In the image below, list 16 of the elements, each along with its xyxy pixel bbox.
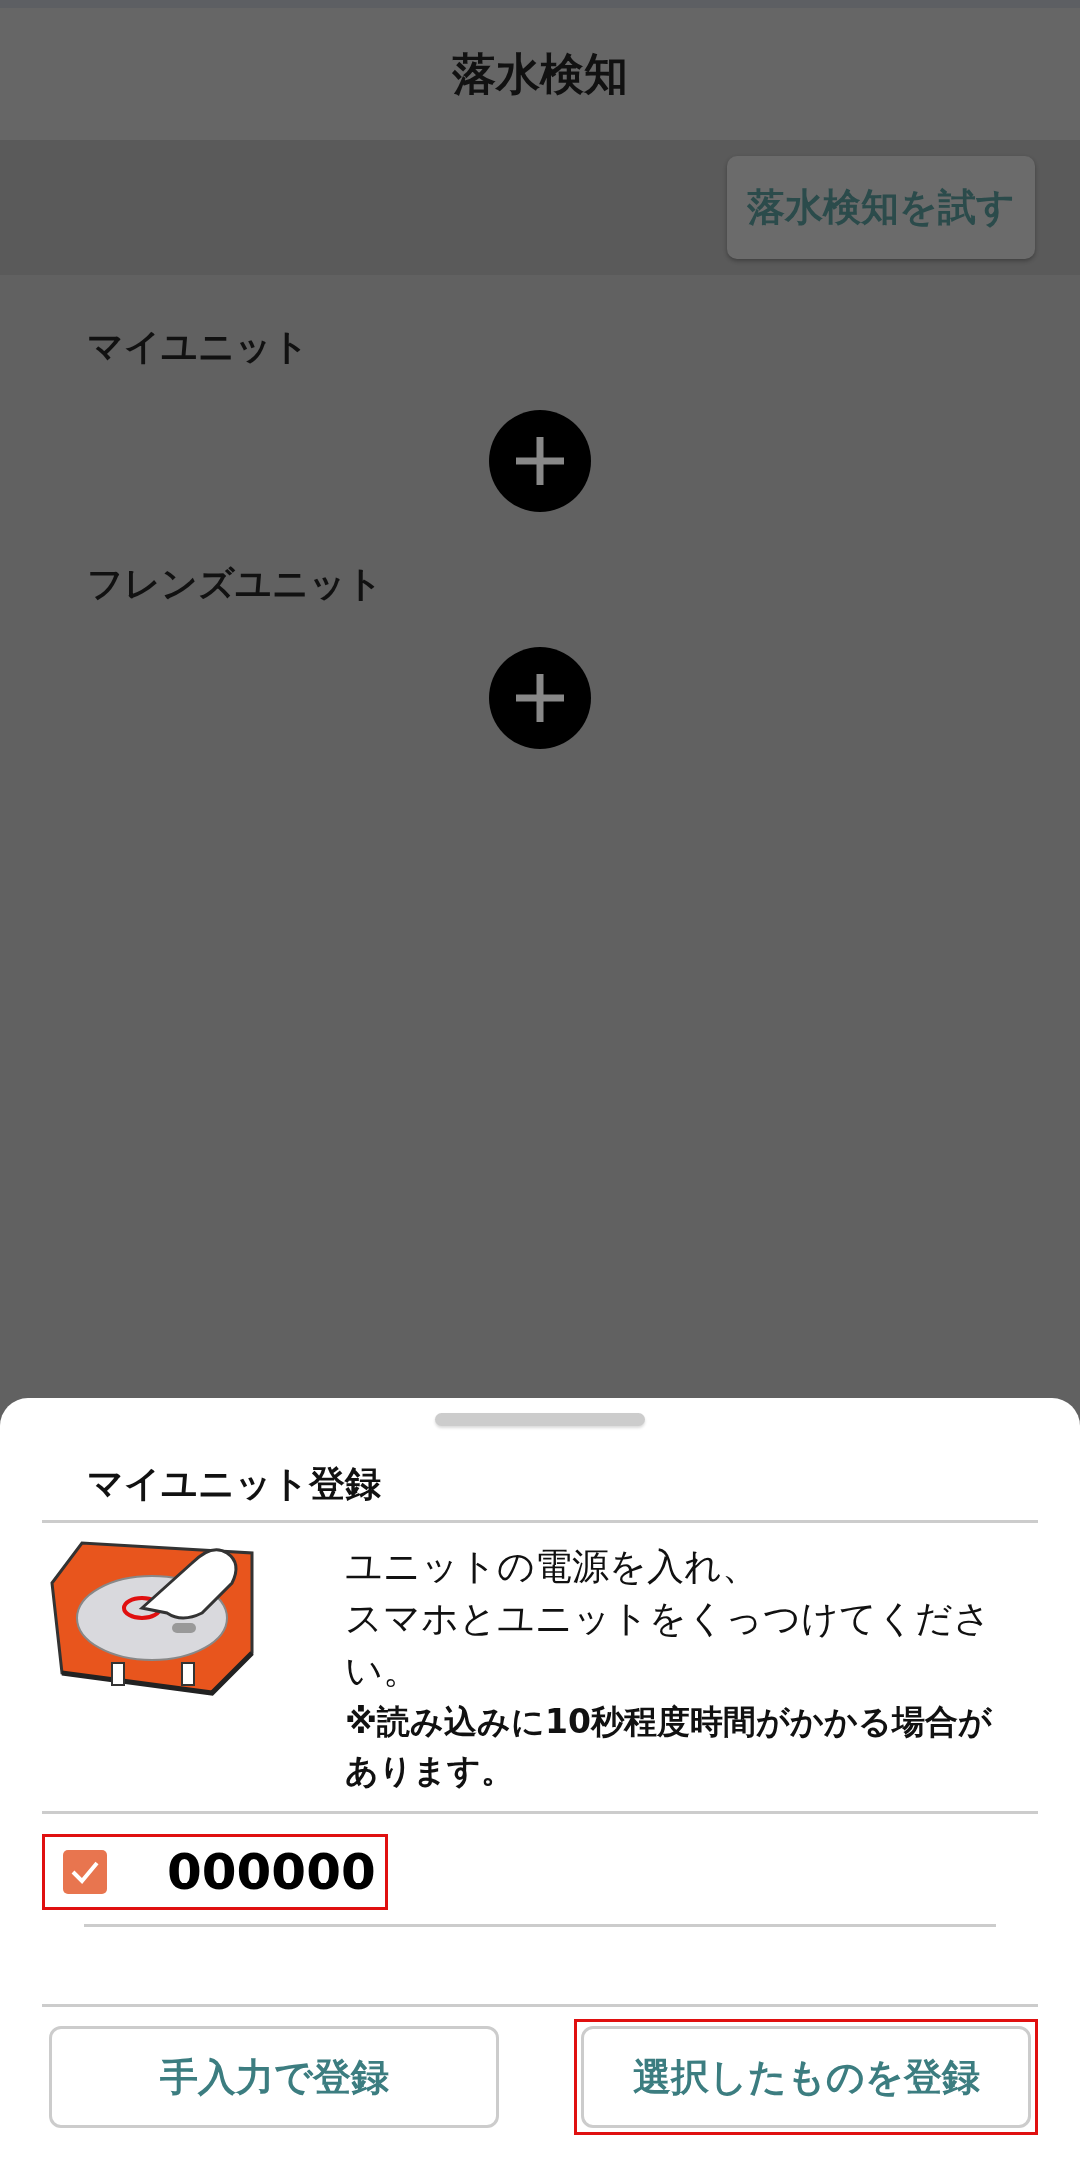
note-text: ※読み込みに10秒程度時間がかかる場合があります。 [345, 1701, 993, 1792]
register-button[interactable]: 選択したものを登録 [581, 2026, 1031, 2128]
section-label: マイユニット [87, 325, 310, 369]
checkbox[interactable] [63, 1850, 107, 1894]
plus-icon [514, 672, 566, 724]
section-label: フレンズユニット [87, 562, 384, 606]
instruction-text: スマホとユニットをくっつけてください。 [345, 1596, 992, 1694]
unit-row[interactable]: 000000 [42, 1834, 388, 1910]
unit-code: 000000 [167, 1843, 376, 1901]
check-icon [70, 1860, 100, 1884]
register-button[interactable]: 手入力で登録 [49, 2026, 499, 2128]
screen-title: 落水検知 [452, 46, 628, 101]
instruction-text: ユニットの電源を入れ、 [345, 1544, 760, 1590]
plus-icon [514, 435, 566, 487]
sheet-title: マイユニット登録 [87, 1462, 381, 1506]
sheet-handle[interactable] [435, 1413, 645, 1426]
